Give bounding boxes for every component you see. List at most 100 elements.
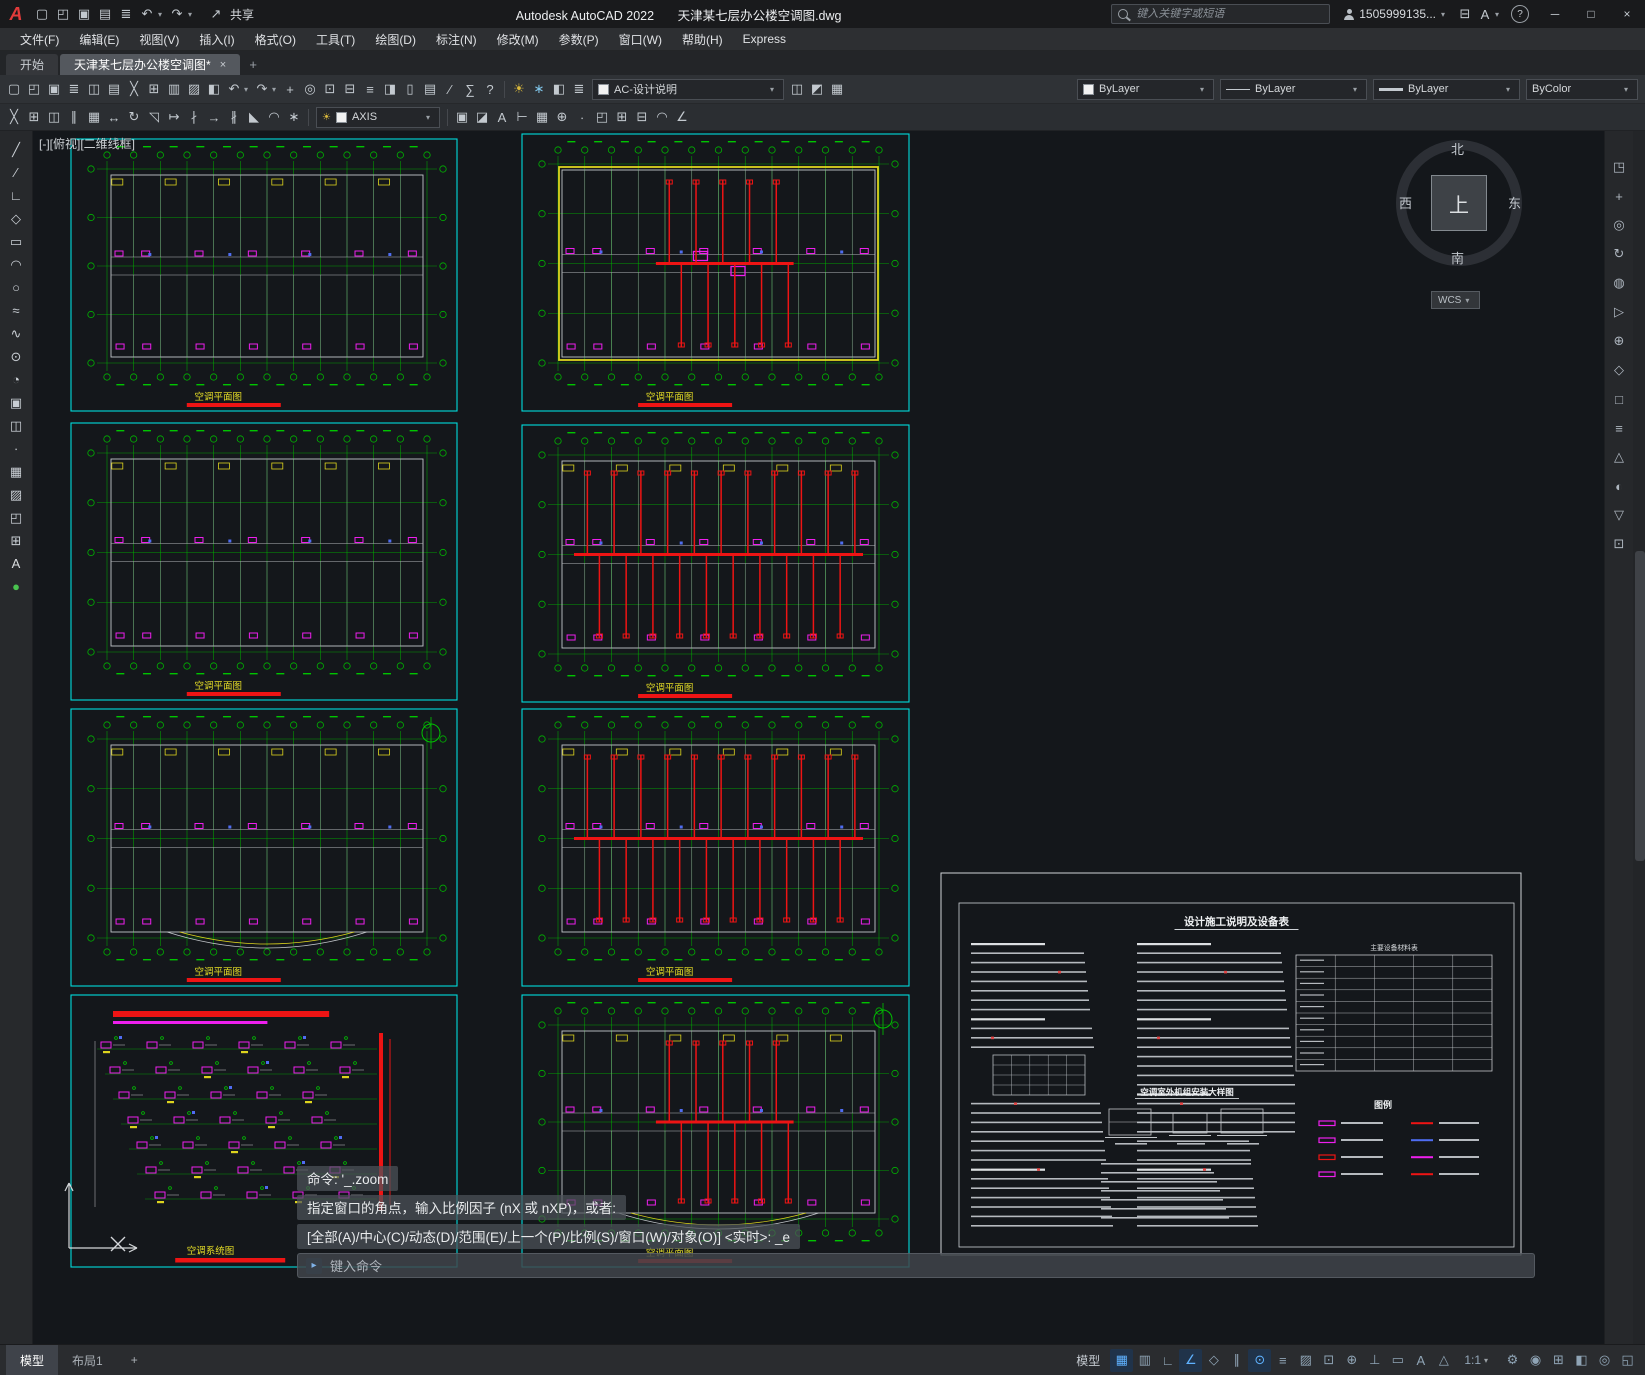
draw-order-icon[interactable]: ▣ [452,107,472,127]
wireframe-icon[interactable]: ▽ [1609,505,1629,525]
layer-previous-icon[interactable]: ◩ [807,79,827,99]
dimension-style-icon[interactable]: ⊢ [512,107,532,127]
zoom-realtime-icon[interactable]: ◎ [300,79,320,99]
tab-start[interactable]: 开始 [6,54,59,75]
undo-icon-caret[interactable] [244,85,252,94]
point-icon[interactable]: ∙ [5,438,27,459]
properties-icon[interactable]: ≡ [360,79,380,99]
markup-icon[interactable]: ∕ [440,79,460,99]
sheet-set-manager-icon[interactable]: ▤ [420,79,440,99]
viewcube-top-face[interactable]: 上 [1431,175,1487,231]
osnap-tracking-icon[interactable]: ∥ [1225,1349,1248,1372]
rectangle-icon[interactable]: ▭ [5,231,27,252]
viewcube-south-label[interactable]: 南 [1451,248,1464,267]
tool-palettes-icon[interactable]: ▯ [400,79,420,99]
point-style-icon[interactable]: ● [5,576,27,597]
isolate-objects-icon[interactable]: ◎ [1593,1349,1616,1372]
quick-calc-icon[interactable]: ∑ [460,79,480,99]
new-file-icon[interactable]: ▢ [4,79,24,99]
drawing-canvas[interactable]: 空调平面图空调平面图空调平面图空调平面图空调平面图空调平面图空调系统图空调平面图… [33,131,1604,1344]
selection-icon[interactable]: ⊡ [1609,534,1629,554]
selection-cycling-icon[interactable]: ⊡ [1317,1349,1340,1372]
annotation-monitor-icon[interactable]: ◉ [1524,1349,1547,1372]
bring-to-front-icon[interactable]: ◪ [472,107,492,127]
open-file-icon[interactable]: ◰ [53,4,73,24]
cut-icon[interactable]: ╳ [124,79,144,99]
pan-icon[interactable]: + [280,79,300,99]
menu-window[interactable]: 窗口(W) [609,28,672,50]
rotate-icon[interactable]: ↻ [124,107,144,127]
layer-walk-icon[interactable]: ≡ [1609,418,1629,438]
color-control-combo[interactable]: ByLayer [1077,78,1214,100]
redo-icon-caret[interactable] [272,85,280,94]
text-style-icon[interactable]: A [492,107,512,127]
zoom-window-icon[interactable]: ⊡ [320,79,340,99]
menu-format[interactable]: 格式(O) [245,28,306,50]
extend-icon[interactable]: → [204,107,224,127]
move-icon[interactable]: ↔ [104,107,124,127]
layer-lock-icon[interactable]: ◧ [549,79,569,99]
help-icon[interactable]: ? [480,79,500,99]
menu-parametric[interactable]: 参数(P) [549,28,609,50]
autocad-logo-icon[interactable]: A [0,0,32,28]
zoom-previous-icon[interactable]: ⊟ [340,79,360,99]
maximize-button[interactable]: □ [1573,0,1609,28]
undo-icon[interactable]: ↶ [224,79,244,99]
publish-icon[interactable]: ▤ [104,79,124,99]
menu-help[interactable]: 帮助(H) [672,28,733,50]
menu-view[interactable]: 视图(V) [129,28,189,50]
transparency-icon[interactable]: ▨ [1294,1349,1317,1372]
scrollbar-thumb[interactable] [1635,551,1645,861]
arc-icon[interactable]: ◠ [5,254,27,275]
isolate-icon[interactable]: ◇ [1609,360,1629,380]
ellipse-icon[interactable]: ⊙ [5,346,27,367]
multiline-text-icon[interactable]: A [5,553,27,574]
design-center-icon[interactable]: ◨ [380,79,400,99]
region-icon[interactable]: ◰ [592,107,612,127]
annotation-visibility-icon[interactable]: A [1409,1349,1432,1372]
revision-cloud-icon[interactable]: ≈ [5,300,27,321]
undo-icon[interactable]: ↶ [137,4,157,24]
gradient-icon[interactable]: ▨ [5,484,27,505]
close-tab-icon[interactable]: × [220,59,226,71]
menu-edit[interactable]: 编辑(E) [69,28,129,50]
circle-icon[interactable]: ○ [5,277,27,298]
orbit-icon[interactable]: ↻ [1609,244,1629,264]
account-menu[interactable]: 1505999135... [1344,7,1449,21]
redo-icon[interactable]: ↷ [167,4,187,24]
search-box[interactable] [1111,4,1331,24]
save-icon[interactable]: ▣ [74,4,94,24]
snap-mode-icon[interactable]: ▥ [1133,1349,1156,1372]
array-icon[interactable]: ▦ [84,107,104,127]
viewcube-north-label[interactable]: 北 [1451,139,1464,158]
autodesk-apps-icon[interactable]: A [1475,4,1495,24]
wcs-dropdown[interactable]: WCS [1431,291,1481,309]
workspace-switching-icon[interactable]: ⚙ [1501,1349,1524,1372]
erase-icon[interactable]: ╳ [4,107,24,127]
isodraft-icon[interactable]: ◇ [1202,1349,1225,1372]
group-icon[interactable]: ⊞ [612,107,632,127]
quick-properties-icon[interactable]: ⊞ [1547,1349,1570,1372]
linetype-control-combo[interactable]: ByLayer [1220,78,1367,100]
redo-icon[interactable]: ↷ [252,79,272,99]
table-style-icon[interactable]: ▦ [532,107,552,127]
viewcube-west-label[interactable]: 西 [1399,193,1412,212]
lineweight-control-combo[interactable]: ByLayer [1373,78,1520,100]
object-snap-icon[interactable]: ⊙ [1248,1348,1272,1372]
layer-freeze-icon[interactable]: ∗ [529,79,549,99]
save-as-icon[interactable]: ▤ [95,4,115,24]
3d-osnap-icon[interactable]: ⊕ [1609,331,1629,351]
point-style-icon[interactable]: ∙ [572,107,592,127]
save-icon[interactable]: ▣ [44,79,64,99]
polygon-icon[interactable]: ◇ [5,208,27,229]
menu-draw[interactable]: 绘图(D) [365,28,426,50]
lineweight-icon[interactable]: ≡ [1271,1349,1294,1372]
hatch-icon[interactable]: ▦ [5,461,27,482]
ellipse-arc-icon[interactable]: ◔ [5,369,27,390]
dynamic-ucs-icon[interactable]: ⊥ [1363,1349,1386,1372]
chamfer-icon[interactable]: ◣ [244,107,264,127]
measure-icon[interactable]: ◠ [652,107,672,127]
command-input[interactable]: ▸ 键入命令 [297,1253,1535,1278]
polar-tracking-icon[interactable]: ∠ [1179,1348,1203,1372]
stretch-icon[interactable]: ↦ [164,107,184,127]
